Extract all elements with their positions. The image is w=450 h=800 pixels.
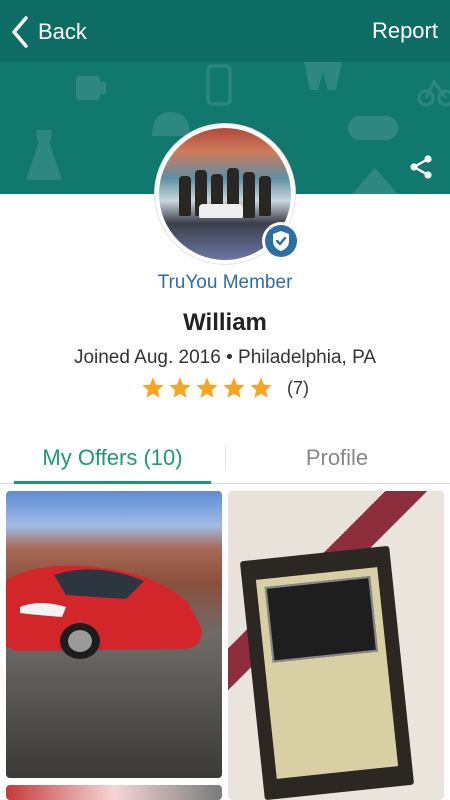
pattern-icon: [26, 130, 62, 180]
pattern-icon: [418, 79, 450, 107]
meta-separator: •: [226, 347, 233, 368]
tab-profile[interactable]: Profile: [228, 432, 446, 484]
chevron-left-icon: [12, 16, 28, 48]
offers-grid: [0, 488, 450, 800]
pattern-icon: [352, 168, 398, 194]
verified-badge: [262, 222, 300, 260]
star-icon: [169, 377, 191, 398]
pattern-icon: [304, 62, 342, 90]
profile-name: William: [183, 309, 267, 336]
profile-meta: Joined Aug. 2016 • Philadelphia, PA: [0, 347, 450, 369]
offer-card[interactable]: [228, 491, 444, 800]
offer-card[interactable]: [6, 491, 222, 778]
pattern-icon: [348, 116, 398, 140]
location: Philadelphia, PA: [238, 347, 377, 368]
share-icon[interactable]: [408, 154, 434, 180]
star-icon: [142, 377, 164, 398]
rating[interactable]: (7): [0, 376, 450, 400]
tab-my-offers[interactable]: My Offers (10): [14, 432, 211, 484]
rating-count: (7): [287, 377, 309, 398]
shield-check-icon: [273, 231, 289, 251]
rating-stars: [141, 376, 273, 400]
back-button[interactable]: Back: [10, 14, 87, 50]
star-icon: [196, 377, 218, 398]
offer-image: [239, 545, 415, 800]
truyou-member-label[interactable]: TruYou Member: [0, 272, 450, 294]
joined-date: Joined Aug. 2016: [73, 347, 221, 368]
nav-bar: Back Report: [0, 0, 450, 62]
back-label: Back: [38, 19, 87, 44]
star-icon: [250, 377, 272, 398]
pattern-icon: [76, 76, 106, 100]
tab-divider: [225, 446, 226, 470]
pattern-icon: [206, 64, 232, 106]
report-button[interactable]: Report: [372, 18, 438, 44]
star-icon: [223, 377, 245, 398]
tab-bar: My Offers (10) Profile: [0, 432, 450, 484]
offer-card[interactable]: [6, 785, 222, 800]
offer-image: [6, 565, 202, 659]
